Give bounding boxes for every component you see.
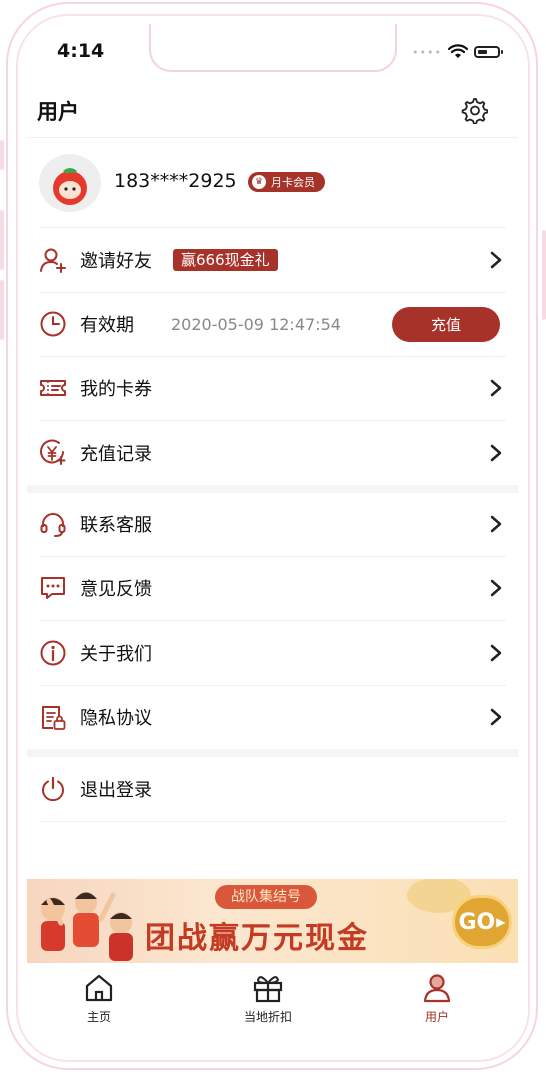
device-side-button: [0, 210, 4, 270]
wifi-icon: [448, 44, 468, 58]
ticket-icon: [40, 380, 66, 396]
power-icon: [42, 776, 64, 802]
menu-item-recharge-records[interactable]: 充值记录: [27, 421, 518, 485]
bottom-tab-bar: 主页 当地折扣 用户: [27, 964, 518, 1054]
recharge-button[interactable]: 充值: [392, 306, 500, 342]
tab-label: 用户: [424, 1010, 449, 1024]
tab-local-deals[interactable]: 当地折扣: [218, 972, 318, 1025]
status-icons: ••••: [412, 44, 503, 60]
divider: [39, 821, 506, 822]
menu-item-label: 隐私协议: [80, 708, 152, 729]
promo-banner[interactable]: 战队集结号 团战赢万元现金 GO ▶: [27, 879, 518, 963]
menu-item-validity: 有效期 2020-05-09 12:47:54 充值: [27, 292, 518, 356]
tomato-mascot-icon: [53, 168, 87, 205]
menu-item-label: 意见反馈: [80, 579, 152, 600]
menu-item-feedback[interactable]: 意见反馈: [27, 556, 518, 620]
device-side-button: [542, 230, 546, 320]
cheering-team-illustration: [41, 892, 133, 961]
membership-badge-label: 月卡会员: [271, 176, 315, 189]
menu-item-label: 关于我们: [80, 644, 152, 665]
menu-item-coupons[interactable]: 我的卡券: [27, 356, 518, 420]
device-side-button: [0, 280, 4, 340]
page-title: 用户: [37, 100, 79, 124]
chevron-right-icon: [490, 644, 502, 662]
gift-icon: [253, 976, 283, 1003]
menu-item-privacy[interactable]: 隐私协议: [27, 685, 518, 749]
logout-button[interactable]: 退出登录: [27, 757, 518, 821]
chevron-right-icon: [490, 379, 502, 397]
section-separator: [27, 749, 518, 757]
device-notch: [149, 24, 397, 72]
logout-label: 退出登录: [80, 780, 152, 801]
chevron-right-icon: [490, 444, 502, 462]
phone-number: 183****2925: [114, 170, 237, 192]
user-icon: [423, 974, 451, 1003]
signal-dots-icon: ••••: [412, 45, 442, 59]
message-icon: [41, 577, 65, 599]
banner-go-button[interactable]: GO ▶: [452, 895, 512, 949]
banner-go-label: GO: [458, 909, 496, 935]
yen-record-icon: [40, 439, 66, 465]
document-lock-icon: [42, 706, 66, 730]
tab-home[interactable]: 主页: [49, 972, 149, 1025]
menu-item-about[interactable]: 关于我们: [27, 621, 518, 685]
battery-icon: [474, 46, 503, 58]
menu-item-label: 邀请好友: [80, 251, 152, 272]
user-add-icon: [40, 248, 66, 273]
app-screen: 4:14 •••• 用户 183****2925 ♛ 月卡会员 邀请好友 赢66…: [27, 24, 518, 1054]
menu-item-label: 有效期: [80, 315, 134, 336]
menu-item-label: 联系客服: [80, 515, 152, 536]
crown-icon: ♛: [252, 175, 266, 189]
chevron-right-icon: [490, 251, 502, 269]
invite-reward-badge: 赢666现金礼: [173, 249, 278, 271]
chevron-right-icon: [490, 579, 502, 597]
gear-icon[interactable]: [460, 96, 488, 124]
headset-icon: [40, 513, 66, 537]
home-icon: [85, 974, 113, 1002]
info-icon: [40, 640, 66, 666]
clock-icon: [40, 311, 66, 337]
membership-badge: ♛ 月卡会员: [248, 172, 325, 192]
menu-item-support[interactable]: 联系客服: [27, 492, 518, 556]
tab-user[interactable]: 用户: [387, 972, 487, 1025]
avatar[interactable]: [39, 154, 101, 212]
divider: [27, 137, 518, 138]
status-time: 4:14: [57, 40, 105, 62]
banner-tag: 战队集结号: [215, 885, 317, 909]
menu-item-invite[interactable]: 邀请好友 赢666现金礼: [27, 228, 518, 292]
play-arrow-icon: ▶: [496, 915, 506, 929]
expiry-datetime: 2020-05-09 12:47:54: [171, 314, 341, 334]
tab-label: 当地折扣: [243, 1010, 292, 1024]
menu-item-label: 充值记录: [80, 444, 152, 465]
chevron-right-icon: [490, 708, 502, 726]
device-side-button: [0, 140, 4, 170]
banner-headline: 团战赢万元现金: [145, 921, 369, 956]
chevron-right-icon: [490, 515, 502, 533]
menu-item-label: 我的卡券: [80, 379, 152, 400]
tab-label: 主页: [86, 1010, 111, 1024]
